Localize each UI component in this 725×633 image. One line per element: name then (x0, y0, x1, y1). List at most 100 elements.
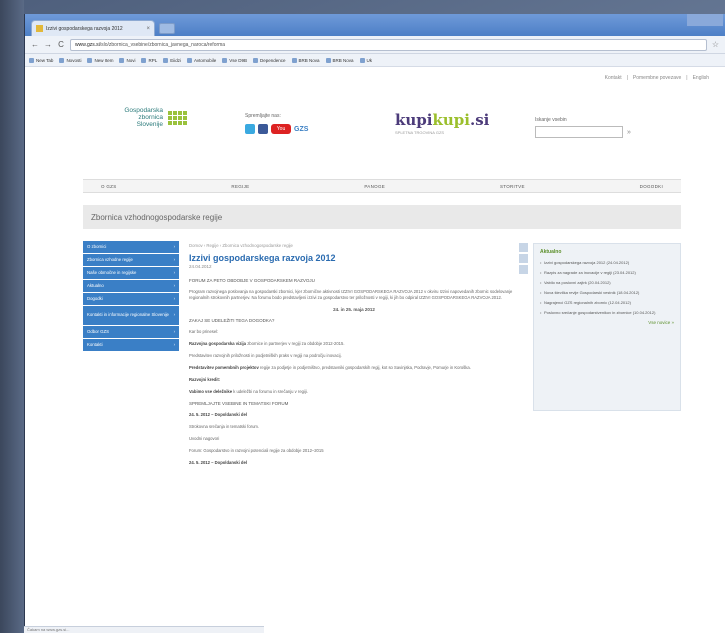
bookmark-icon (252, 57, 258, 63)
bookmark-item[interactable]: Novosti (59, 57, 81, 63)
news-item[interactable]: Poslovno srečanje gospodarstvenikov in z… (540, 310, 674, 315)
forward-button[interactable]: → (44, 40, 52, 49)
side-navigation: O zbornici › Zbornica vzhodne regije › Naš… (83, 241, 179, 352)
share-icon[interactable] (519, 265, 528, 274)
tab-title: Izzivi gospodarskega razvoja 2012 (46, 25, 123, 32)
twitter-icon[interactable] (245, 124, 255, 134)
schedule-day: 24. 5. 2012 – Dopoldanski del (189, 460, 247, 465)
nav-item[interactable]: O GZS (101, 184, 117, 189)
gzs-link[interactable]: GZS (294, 126, 308, 133)
social-icons: You GZS (245, 124, 308, 134)
browser-tab[interactable]: Izzivi gospodarskega razvoja 2012 × (31, 20, 155, 36)
gzs-logo[interactable]: Gospodarska zbornica Slovenije (117, 107, 187, 128)
chevron-right-icon: › (173, 341, 175, 347)
bookmark-item[interactable]: New Tab (29, 57, 53, 63)
sidenav-item[interactable]: Zbornica vzhodne regije › (83, 254, 179, 267)
bookmark-item[interactable]: BRB Nova (291, 57, 320, 63)
email-icon[interactable] (519, 254, 528, 263)
chevron-right-icon: › (173, 282, 175, 288)
sidenav-item[interactable]: Dogodki › (83, 293, 179, 306)
back-button[interactable]: ← (31, 40, 39, 49)
section-heading: FORUM ZA PETO OBDOBJE V GOSPODARSKEM RAZ… (189, 278, 315, 283)
nav-item[interactable]: REGIJE (231, 184, 249, 189)
url-path: /slo/zbornica_vsebine/zbornica_javnega_n… (99, 41, 226, 48)
nav-item[interactable]: PANOGE (364, 184, 385, 189)
link-english[interactable]: English (693, 75, 709, 81)
kupikupi-banner[interactable]: kupikupi.si SPLETNA TRGOVINA GZS (395, 111, 489, 135)
bookmark-icon (87, 57, 93, 63)
browser-toolbar: ← → C www.gzs.si/slo/zbornica_vsebine/zb… (25, 36, 725, 54)
status-bar: Čakam na www.gzs.si... (24, 626, 264, 633)
reload-button[interactable]: C (57, 40, 65, 49)
sidenav-item[interactable]: O zbornici › (83, 241, 179, 254)
section-heading: SPREMLJAJTE VSEBINE IN TEMATSKI FORUM (189, 401, 289, 406)
sidebar-heading: Aktualno (540, 249, 562, 255)
new-tab-button[interactable] (159, 23, 175, 34)
top-links: Kontakt | Pomembne povezave | English (605, 75, 709, 81)
facebook-icon[interactable] (258, 124, 268, 134)
news-item[interactable]: Izzivi gospodarskega razvoja 2012 (24.04… (540, 260, 674, 265)
bookmark-star-icon[interactable]: ☆ (712, 40, 719, 49)
breadcrumb[interactable]: Domov › Regije › Zbornica vzhodnogospoda… (189, 243, 519, 248)
intro-paragraph: Program razvojnega poslovanja na gospoda… (189, 289, 513, 300)
bookmark-item[interactable]: New Item (87, 57, 113, 63)
bookmark-icon (59, 57, 65, 63)
news-item[interactable]: Razpis za nagrade za inovacije v regiji … (540, 270, 674, 275)
event-date: 24. in 25. maja 2012 (333, 307, 375, 312)
url-domain: www.gzs.si (75, 41, 100, 48)
bookmark-icon (325, 57, 331, 63)
page-heading: Zbornica vzhodnogospodarske regije (83, 205, 681, 229)
news-list: Izzivi gospodarskega razvoja 2012 (24.04… (540, 260, 674, 315)
link-pomembne-povezave[interactable]: Pomembne povezave (633, 75, 681, 81)
title-bar: Izzivi gospodarskega razvoja 2012 × (25, 14, 725, 36)
search-input[interactable] (535, 126, 623, 138)
follow-label: Spremljajte nas: (245, 113, 281, 119)
separator: | (686, 75, 688, 81)
search-go-button[interactable]: » (627, 129, 631, 136)
paragraph: Forum: Gospodarstvo in razvojni potencia… (189, 448, 324, 453)
youtube-icon[interactable]: You (271, 124, 291, 134)
chevron-right-icon: › (173, 243, 175, 249)
window-controls[interactable] (687, 14, 723, 26)
bookmark-icon (141, 57, 147, 63)
separator: | (626, 75, 628, 81)
bookmark-item[interactable]: BRB Nova (325, 57, 354, 63)
monitor-bezel (0, 0, 24, 633)
sidenav-item[interactable]: Kontakti › (83, 339, 179, 352)
address-bar[interactable]: www.gzs.si/slo/zbornica_vsebine/zbornica… (70, 38, 707, 51)
news-item[interactable]: Vabilo na poslovni zajtrk (20.04.2012) (540, 280, 674, 285)
section-heading: ZAKAJ SE UDELEŽITI TEGA DOGODKA? (189, 318, 275, 323)
article-title: Izzivi gospodarskega razvoja 2012 (189, 253, 336, 263)
bookmark-item[interactable]: Eiidzi (163, 57, 181, 63)
sidenav-item[interactable]: Aktualno › (83, 280, 179, 293)
more-news-link[interactable]: Vse novice » (540, 320, 674, 325)
link-kontakt[interactable]: Kontakt (605, 75, 622, 81)
tab-close-icon[interactable]: × (146, 26, 150, 32)
bookmark-item[interactable]: Novi (119, 57, 135, 63)
bookmarks-bar: New Tab Novosti New Item Novi RPL Eiidzi… (25, 54, 725, 67)
bookmark-item[interactable]: Dependence (252, 57, 286, 63)
bookmark-icon (187, 57, 193, 63)
sidenav-item[interactable]: Naše območne in regijske › (83, 267, 179, 280)
article: Domov › Regije › Zbornica vzhodnogospoda… (189, 243, 519, 472)
bookmark-icon (359, 57, 365, 63)
logo-mark-icon (168, 110, 187, 125)
bookmark-item[interactable]: Avtomobile (187, 57, 216, 63)
paragraph: Kar bo prinesel: (189, 329, 219, 334)
bookmark-item[interactable]: Uk (359, 57, 372, 63)
chevron-right-icon: › (173, 256, 175, 262)
nav-item[interactable]: DOGODKI (640, 184, 663, 189)
kupikupi-subtitle: SPLETNA TRGOVINA GZS (395, 130, 445, 135)
chevron-right-icon: › (173, 312, 175, 318)
print-icon[interactable] (519, 243, 528, 252)
news-item[interactable]: Nagrajenci GZS regionalnih zbornic (12.0… (540, 300, 674, 305)
sidenav-item[interactable]: Odbor GZS › (83, 326, 179, 339)
bookmark-icon (163, 57, 169, 63)
bookmark-item[interactable]: RPL (141, 57, 157, 63)
article-date: 24.04.2012 (189, 264, 212, 269)
chevron-right-icon: › (173, 295, 175, 301)
sidenav-item[interactable]: Kontakti in informacije regionalne Slove… (83, 306, 179, 326)
nav-item[interactable]: STORITVE (500, 184, 525, 189)
bookmark-item[interactable]: Vse D9B (222, 57, 247, 63)
news-item[interactable]: Nova številka revije Gospodarski vestnik… (540, 290, 674, 295)
